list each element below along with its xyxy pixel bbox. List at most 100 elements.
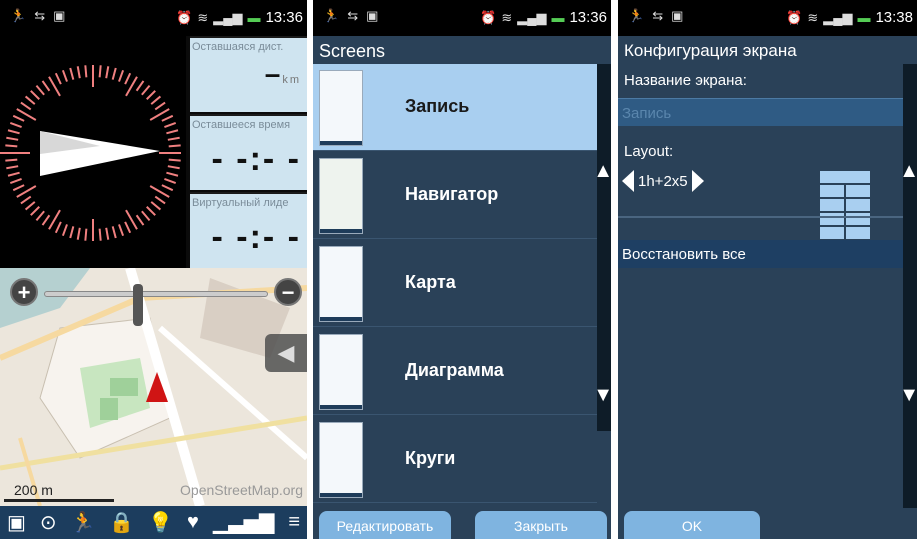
layout-next-icon[interactable]: [691, 170, 704, 192]
heart-icon[interactable]: ♥: [187, 511, 199, 534]
status-bar: 🏃 ⇆ ▣ ⏰ ≋ ▂▄▆ ▬ 13:36: [0, 0, 307, 36]
battery-icon: ▬: [857, 10, 871, 25]
zoom-track[interactable]: [44, 284, 268, 326]
list-item-label: Диаграмма: [405, 360, 504, 380]
screen-name-input[interactable]: Запись: [618, 98, 903, 126]
restore-all-button[interactable]: Восстановить все: [618, 240, 903, 268]
bottom-toolbar: ▣ ⊙ 🏃 🔒 💡 ♥ ▁▃▅▇ ≡: [0, 506, 307, 539]
scroll-down-icon[interactable]: ▼: [593, 384, 611, 407]
wifi-icon: ≋: [807, 9, 819, 25]
image-icon: ▣: [671, 8, 684, 23]
list-item[interactable]: Навигатор: [313, 152, 597, 239]
screen-thumbnail: [319, 70, 363, 146]
divider: [618, 216, 903, 218]
device-icon[interactable]: ▣: [7, 510, 26, 535]
layout-value: 1h+2x5: [638, 172, 688, 190]
wifi-icon: ≋: [197, 9, 209, 25]
scroll-up-icon[interactable]: ▲: [899, 160, 917, 183]
tile-value: –km: [264, 58, 301, 89]
zoom-knob[interactable]: [133, 284, 143, 326]
screen-list: 🏃 ⇆ ▣ ⏰ ≋ ▂▄▆ ▬ 13:36 Screens Запись Нав…: [313, 0, 611, 539]
tile-value: - -:- -: [211, 218, 301, 256]
map-view[interactable]: + − ◀ 200 m OpenStreetMap.org: [0, 268, 307, 506]
screens-list: Запись Навигатор Карта Диаграмма Круги: [313, 64, 597, 508]
list-item[interactable]: Диаграмма: [313, 328, 597, 415]
battery-icon: ▬: [247, 10, 261, 25]
clock: 13:38: [875, 9, 913, 26]
tile-label: Оставшаяся дист.: [192, 41, 284, 53]
screen-thumbnail: [319, 246, 363, 322]
tile-virtual-leader[interactable]: Виртуальный лиде - -:- -: [190, 192, 307, 268]
scroll-up-icon[interactable]: ▲: [593, 160, 611, 183]
scale-label: 200 m: [14, 482, 53, 498]
page-title: Screens: [313, 36, 611, 64]
scrollbar[interactable]: [903, 64, 917, 508]
alarm-icon: ⏰: [480, 9, 497, 25]
clock: 13:36: [569, 9, 607, 26]
layout-selector[interactable]: 1h+2x5: [622, 170, 704, 192]
screen-thumbnail: [319, 422, 363, 498]
image-icon: ▣: [366, 8, 379, 23]
play-icon[interactable]: ⊙: [40, 510, 57, 535]
screen-compass-map: 🏃 ⇆ ▣ ⏰ ≋ ▂▄▆ ▬ 13:36 Оставшаяся дист. –…: [0, 0, 307, 539]
bulb-icon[interactable]: 💡: [148, 510, 173, 535]
runner-icon[interactable]: 🏃: [71, 510, 96, 535]
alarm-icon: ⏰: [786, 9, 803, 25]
signal-icon: ▂▄▆: [517, 9, 547, 25]
battery-icon: ▬: [551, 10, 565, 25]
zoom-slider[interactable]: + −: [10, 278, 302, 326]
scrollbar-thumb[interactable]: [597, 64, 611, 431]
signal-icon: ▂▄▆: [823, 9, 853, 25]
runner-icon: 🏃: [628, 8, 645, 23]
list-item-label: Круги: [405, 448, 456, 468]
ok-button[interactable]: OK: [624, 511, 760, 539]
close-button[interactable]: Закрыть: [475, 511, 607, 539]
list-item[interactable]: Карта: [313, 240, 597, 327]
zoom-out-button[interactable]: −: [274, 278, 302, 306]
button-bar: Редактировать Закрыть: [313, 508, 611, 539]
usb-icon: ⇆: [347, 8, 359, 23]
usb-icon: ⇆: [34, 8, 46, 23]
runner-icon: 🏃: [323, 8, 340, 23]
scale-bar: [4, 499, 114, 502]
tile-label: Оставшееся время: [192, 119, 291, 131]
signal-icon: ▂▄▆: [213, 9, 243, 25]
tile-remaining-distance[interactable]: Оставшаяся дист. –km: [190, 36, 307, 112]
status-bar: 🏃 ⇆ ▣ ⏰ ≋ ▂▄▆ ▬ 13:36: [313, 0, 611, 36]
screen-config: 🏃 ⇆ ▣ ⏰ ≋ ▂▄▆ ▬ 13:38 Конфигурация экран…: [618, 0, 917, 539]
zoom-in-button[interactable]: +: [10, 278, 38, 306]
lock-icon[interactable]: 🔒: [109, 510, 134, 535]
edit-button[interactable]: Редактировать: [319, 511, 451, 539]
position-arrow-icon: [146, 372, 168, 402]
alarm-icon: ⏰: [176, 9, 193, 25]
compass-rose-icon: [0, 65, 181, 241]
data-tiles: Оставшаяся дист. –km Оставшееся время - …: [186, 36, 307, 268]
compass: [0, 36, 186, 268]
runner-icon: 🏃: [10, 8, 27, 23]
tile-remaining-time[interactable]: Оставшееся время - -:- -: [190, 114, 307, 190]
list-item[interactable]: Круги: [313, 416, 597, 503]
tile-label: Виртуальный лиде: [192, 197, 289, 209]
map-attribution: OpenStreetMap.org: [180, 482, 303, 498]
layout-label: Layout:: [624, 143, 674, 160]
screen-thumbnail: [319, 334, 363, 410]
list-item[interactable]: Запись: [313, 64, 597, 151]
menu-icon[interactable]: ≡: [288, 511, 300, 534]
scroll-down-icon[interactable]: ▼: [899, 384, 917, 407]
list-item-label: Карта: [405, 272, 456, 292]
list-item-label: Запись: [405, 96, 470, 116]
layout-prev-icon[interactable]: [622, 170, 634, 192]
image-icon: ▣: [53, 8, 66, 23]
tile-value: - -:- -: [211, 140, 301, 178]
screen-thumbnail: [319, 158, 363, 234]
list-item-label: Навигатор: [405, 184, 499, 204]
usb-icon: ⇆: [652, 8, 664, 23]
page-title: Конфигурация экрана: [624, 41, 797, 60]
scrollbar[interactable]: [597, 64, 611, 431]
status-bar: 🏃 ⇆ ▣ ⏰ ≋ ▂▄▆ ▬ 13:38: [618, 0, 917, 36]
signal-icon[interactable]: ▁▃▅▇: [213, 510, 275, 535]
name-label: Название экрана:: [624, 72, 747, 89]
wifi-icon: ≋: [501, 9, 513, 25]
map-panel-toggle-button[interactable]: ◀: [265, 334, 307, 372]
screen-name-placeholder: Запись: [622, 105, 672, 122]
